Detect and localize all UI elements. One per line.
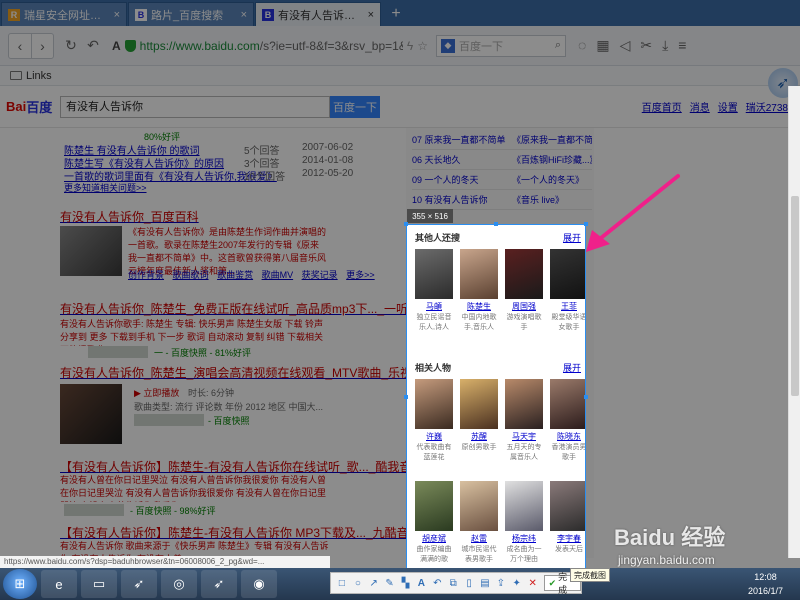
app-icon[interactable]: ◉	[241, 570, 277, 598]
person-card[interactable]: 杨宗纬 成名曲为一万个理由	[505, 481, 543, 565]
person-name[interactable]: 赵雷	[460, 533, 498, 544]
check-icon: ✔	[548, 577, 557, 588]
rectangle-tool-icon[interactable]: □	[335, 576, 349, 590]
baidu-jingyan-watermark: Baidu 经验	[614, 525, 726, 550]
expand-link[interactable]: 展开	[563, 361, 581, 374]
person-photo	[415, 249, 453, 299]
person-name[interactable]: 许巍	[415, 431, 453, 442]
person-name[interactable]: 马頔	[415, 301, 453, 312]
person-card[interactable]: 许巍 代表歌曲有蓝莲花	[415, 379, 453, 463]
folder-icon[interactable]: ▭	[81, 570, 117, 598]
person-name[interactable]: 苏醒	[460, 431, 498, 442]
ie-icon[interactable]: e	[41, 570, 77, 598]
ellipse-tool-icon[interactable]: ○	[351, 576, 365, 590]
person-photo	[460, 249, 498, 299]
person-name[interactable]: 胡彦斌	[415, 533, 453, 544]
mosaic-tool-icon[interactable]: ▚	[399, 576, 413, 590]
status-url: https://www.baidu.com/s?dsp=baduhbrowser…	[0, 556, 330, 568]
person-card[interactable]: 苏醒 原创男歌手	[460, 379, 498, 463]
person-desc: 中国内地歌手,音乐人	[461, 314, 497, 331]
person-desc: 香港演员男歌手	[551, 444, 586, 461]
person-card[interactable]: 李宇春 发表天后	[550, 481, 585, 565]
person-name[interactable]: 陈楚生	[460, 301, 498, 312]
person-name[interactable]: 陈晓东	[550, 431, 585, 442]
person-photo	[550, 379, 585, 429]
resize-handle[interactable]	[494, 222, 498, 226]
annotation-arrow	[586, 174, 680, 252]
person-card[interactable]: 马頔 独立民谣音乐人,诗人	[415, 249, 453, 333]
system-clock[interactable]: 12:08 2016/1/7	[748, 570, 783, 598]
person-card[interactable]: 胡彦斌 曲作家编曲满满的歌	[415, 481, 453, 565]
person-card[interactable]: 陈晓东 香港演员男歌手	[550, 379, 586, 463]
person-desc: 成名曲为一万个理由	[506, 546, 542, 563]
text-tool-icon[interactable]: A	[414, 576, 428, 590]
person-desc: 曲作家编曲满满的歌	[416, 546, 452, 563]
person-desc: 五月天的专属音乐人	[506, 444, 542, 461]
capture-size-label: 355 × 516	[407, 209, 453, 223]
resize-handle[interactable]	[584, 395, 588, 399]
person-photo	[460, 481, 498, 531]
person-desc: 殿堂级华语女歌手	[551, 314, 586, 331]
person-photo	[460, 379, 498, 429]
person-card[interactable]: 周国强 游戏演唱歌手	[505, 249, 543, 333]
person-card[interactable]: 陈楚生 中国内地歌手,音乐人	[460, 249, 498, 333]
watermark-site: jingyan.baidu.com	[618, 553, 715, 567]
person-card[interactable]: 赵雷 城市民谣代表男歌手	[460, 481, 498, 565]
arrow-tool-icon[interactable]: ↗	[367, 576, 381, 590]
page-scrollbar[interactable]	[788, 86, 800, 558]
app-icon[interactable]: ◎	[161, 570, 197, 598]
person-name[interactable]: 李宇春	[550, 533, 585, 544]
pen-tool-icon[interactable]: ✎	[383, 576, 397, 590]
person-name[interactable]: 杨宗纬	[505, 533, 543, 544]
person-photo	[505, 249, 543, 299]
start-button[interactable]: ⊞	[3, 569, 37, 599]
person-desc: 独立民谣音乐人,诗人	[416, 314, 452, 331]
resize-handle[interactable]	[404, 222, 408, 226]
person-card[interactable]: 马天宇 五月天的专属音乐人	[505, 379, 543, 463]
copy-icon[interactable]: ⧉	[446, 576, 460, 590]
person-photo	[415, 379, 453, 429]
capture-selection[interactable]: 其他人还搜 展开 马頔 独立民谣音乐人,诗人 陈楚生 中国内地歌手,音乐人 周国…	[406, 224, 586, 571]
browser-bird-icon[interactable]: ➶	[121, 570, 157, 598]
browser-bird-icon[interactable]: ➶	[201, 570, 237, 598]
person-photo	[415, 481, 453, 531]
person-desc: 发表天后	[555, 546, 583, 553]
section-header-related-people: 相关人物 展开	[415, 361, 581, 374]
person-name[interactable]: 王菲	[550, 301, 585, 312]
save-icon[interactable]: ▤	[478, 576, 492, 590]
scrollbar-thumb[interactable]	[791, 196, 799, 396]
person-name[interactable]: 周国强	[505, 301, 543, 312]
person-name[interactable]: 马天宇	[505, 431, 543, 442]
person-photo	[505, 379, 543, 429]
person-desc: 原创男歌手	[461, 444, 497, 451]
undo-icon[interactable]: ↶	[430, 576, 444, 590]
person-desc: 城市民谣代表男歌手	[461, 546, 497, 563]
capture-dim-left	[0, 224, 406, 600]
person-photo	[505, 481, 543, 531]
capture-toolbar: □ ○ ↗ ✎ ▚ A ↶ ⧉ ▯ ▤ ⇪ ✦ ✕ ✔ 完成	[330, 572, 582, 595]
person-card[interactable]: 王菲 殿堂级华语女歌手	[550, 249, 586, 333]
section-header-others-searched: 其他人还搜 展开	[415, 233, 581, 243]
share-icon[interactable]: ⇪	[494, 576, 508, 590]
capture-tooltip: 完成截图	[570, 568, 610, 582]
resize-handle[interactable]	[404, 395, 408, 399]
person-desc: 代表歌曲有蓝莲花	[416, 444, 452, 461]
cancel-icon[interactable]: ✕	[526, 576, 540, 590]
person-photo	[550, 481, 585, 531]
clipboard-icon[interactable]: ▯	[462, 576, 476, 590]
person-desc: 游戏演唱歌手	[506, 314, 542, 331]
pin-icon[interactable]: ✦	[510, 576, 524, 590]
